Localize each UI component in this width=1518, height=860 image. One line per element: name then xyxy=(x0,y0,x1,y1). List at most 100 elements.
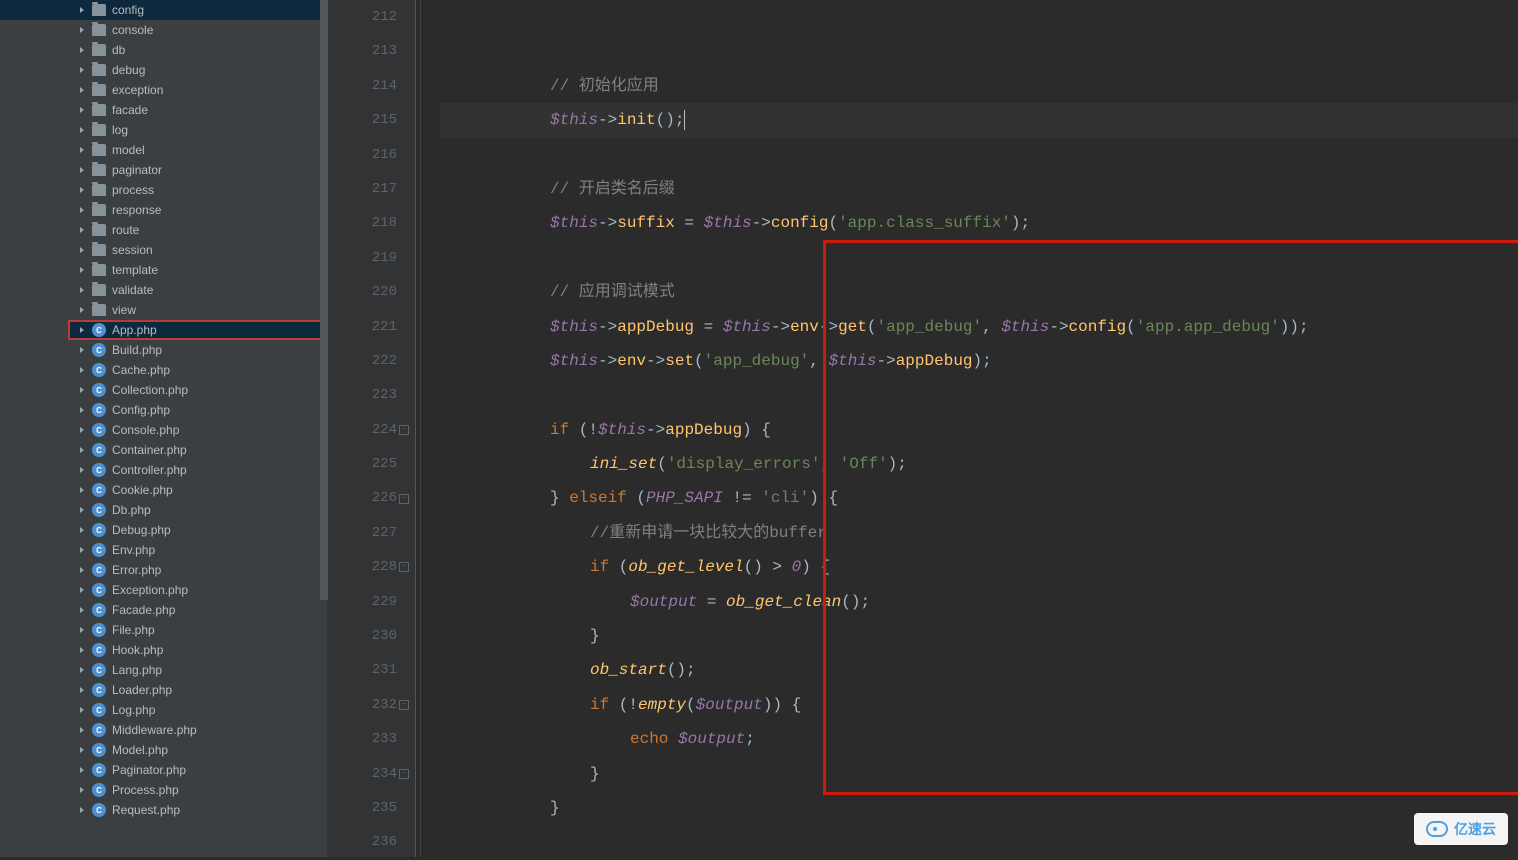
expand-arrow-icon[interactable] xyxy=(78,426,86,434)
tree-file-Loader-php[interactable]: CLoader.php xyxy=(0,680,327,700)
tree-folder-model[interactable]: model xyxy=(0,140,327,160)
tree-file-Build-php[interactable]: CBuild.php xyxy=(0,340,327,360)
expand-arrow-icon[interactable] xyxy=(78,326,86,334)
expand-arrow-icon[interactable] xyxy=(78,746,86,754)
code-line[interactable] xyxy=(440,825,1518,859)
tree-folder-response[interactable]: response xyxy=(0,200,327,220)
code-line[interactable]: // 应用调试模式 xyxy=(440,275,1518,309)
tree-folder-facade[interactable]: facade xyxy=(0,100,327,120)
code-line[interactable] xyxy=(440,241,1518,275)
tree-folder-route[interactable]: route xyxy=(0,220,327,240)
expand-arrow-icon[interactable] xyxy=(78,646,86,654)
tree-file-Env-php[interactable]: CEnv.php xyxy=(0,540,327,560)
fold-marker-icon[interactable]: − xyxy=(399,769,409,779)
expand-arrow-icon[interactable] xyxy=(78,366,86,374)
code-line[interactable]: } elseif (PHP_SAPI != 'cli') { xyxy=(440,481,1518,515)
fold-marker-icon[interactable]: − xyxy=(399,700,409,710)
tree-file-Console-php[interactable]: CConsole.php xyxy=(0,420,327,440)
code-line[interactable]: $output = ob_get_clean(); xyxy=(440,585,1518,619)
code-line[interactable]: // 开启类名后缀 xyxy=(440,172,1518,206)
tree-folder-exception[interactable]: exception xyxy=(0,80,327,100)
tree-file-Model-php[interactable]: CModel.php xyxy=(0,740,327,760)
tree-file-Debug-php[interactable]: CDebug.php xyxy=(0,520,327,540)
code-line[interactable]: // 初始化应用 xyxy=(440,69,1518,103)
expand-arrow-icon[interactable] xyxy=(78,526,86,534)
expand-arrow-icon[interactable] xyxy=(78,706,86,714)
code-line[interactable]: ob_start(); xyxy=(440,653,1518,687)
expand-arrow-icon[interactable] xyxy=(78,226,86,234)
tree-file-Lang-php[interactable]: CLang.php xyxy=(0,660,327,680)
tree-file-Config-php[interactable]: CConfig.php xyxy=(0,400,327,420)
expand-arrow-icon[interactable] xyxy=(78,386,86,394)
expand-arrow-icon[interactable] xyxy=(78,126,86,134)
fold-marker-icon[interactable]: − xyxy=(399,425,409,435)
tree-file-Request-php[interactable]: CRequest.php xyxy=(0,800,327,820)
tree-file-Middleware-php[interactable]: CMiddleware.php xyxy=(0,720,327,740)
tree-folder-validate[interactable]: validate xyxy=(0,280,327,300)
tree-file-Facade-php[interactable]: CFacade.php xyxy=(0,600,327,620)
tree-folder-debug[interactable]: debug xyxy=(0,60,327,80)
expand-arrow-icon[interactable] xyxy=(78,546,86,554)
expand-arrow-icon[interactable] xyxy=(78,586,86,594)
expand-arrow-icon[interactable] xyxy=(78,566,86,574)
expand-arrow-icon[interactable] xyxy=(78,66,86,74)
expand-arrow-icon[interactable] xyxy=(78,486,86,494)
tree-folder-paginator[interactable]: paginator xyxy=(0,160,327,180)
code-line[interactable]: if (!empty($output)) { xyxy=(440,688,1518,722)
expand-arrow-icon[interactable] xyxy=(78,186,86,194)
expand-arrow-icon[interactable] xyxy=(78,686,86,694)
expand-arrow-icon[interactable] xyxy=(78,766,86,774)
tree-folder-template[interactable]: template xyxy=(0,260,327,280)
code-line[interactable]: $this->env->set('app_debug', $this->appD… xyxy=(440,344,1518,378)
code-line[interactable]: } xyxy=(440,619,1518,653)
expand-arrow-icon[interactable] xyxy=(78,246,86,254)
code-line[interactable]: $this->init(); xyxy=(440,103,1518,137)
tree-folder-log[interactable]: log xyxy=(0,120,327,140)
tree-folder-session[interactable]: session xyxy=(0,240,327,260)
tree-file-File-php[interactable]: CFile.php xyxy=(0,620,327,640)
code-line[interactable]: } xyxy=(440,791,1518,825)
tree-file-Exception-php[interactable]: CException.php xyxy=(0,580,327,600)
tree-file-Process-php[interactable]: CProcess.php xyxy=(0,780,327,800)
code-line[interactable]: if (!$this->appDebug) { xyxy=(440,413,1518,447)
tree-file-Db-php[interactable]: CDb.php xyxy=(0,500,327,520)
expand-arrow-icon[interactable] xyxy=(78,506,86,514)
code-line[interactable]: } xyxy=(440,757,1518,791)
code-editor[interactable]: 212213214215216217218219220221222223224−… xyxy=(328,0,1518,857)
expand-arrow-icon[interactable] xyxy=(78,146,86,154)
expand-arrow-icon[interactable] xyxy=(78,6,86,14)
expand-arrow-icon[interactable] xyxy=(78,106,86,114)
tree-folder-process[interactable]: process xyxy=(0,180,327,200)
tree-file-Paginator-php[interactable]: CPaginator.php xyxy=(0,760,327,780)
tree-folder-config[interactable]: config xyxy=(0,0,327,20)
expand-arrow-icon[interactable] xyxy=(78,166,86,174)
expand-arrow-icon[interactable] xyxy=(78,806,86,814)
expand-arrow-icon[interactable] xyxy=(78,26,86,34)
sidebar-scrollbar[interactable] xyxy=(320,0,328,600)
code-content[interactable]: // 初始化应用$this->init(); // 开启类名后缀$this->su… xyxy=(416,0,1518,857)
expand-arrow-icon[interactable] xyxy=(78,466,86,474)
code-line[interactable]: if (ob_get_level() > 0) { xyxy=(440,550,1518,584)
tree-file-Error-php[interactable]: CError.php xyxy=(0,560,327,580)
expand-arrow-icon[interactable] xyxy=(78,446,86,454)
code-line[interactable] xyxy=(440,34,1518,68)
expand-arrow-icon[interactable] xyxy=(78,86,86,94)
tree-folder-db[interactable]: db xyxy=(0,40,327,60)
expand-arrow-icon[interactable] xyxy=(78,606,86,614)
tree-file-Collection-php[interactable]: CCollection.php xyxy=(0,380,327,400)
expand-arrow-icon[interactable] xyxy=(78,266,86,274)
fold-marker-icon[interactable]: − xyxy=(399,562,409,572)
tree-folder-console[interactable]: console xyxy=(0,20,327,40)
code-line[interactable]: $this->suffix = $this->config('app.class… xyxy=(440,206,1518,240)
expand-arrow-icon[interactable] xyxy=(78,46,86,54)
code-line[interactable]: //重新申请一块比较大的buffer xyxy=(440,516,1518,550)
code-line[interactable] xyxy=(440,378,1518,412)
expand-arrow-icon[interactable] xyxy=(78,786,86,794)
tree-file-Container-php[interactable]: CContainer.php xyxy=(0,440,327,460)
tree-file-Hook-php[interactable]: CHook.php xyxy=(0,640,327,660)
expand-arrow-icon[interactable] xyxy=(78,346,86,354)
code-line[interactable] xyxy=(440,138,1518,172)
project-tree[interactable]: configconsoledbdebugexceptionfacadelogmo… xyxy=(0,0,328,857)
code-line[interactable]: $this->appDebug = $this->env->get('app_d… xyxy=(440,310,1518,344)
code-line[interactable]: echo $output; xyxy=(440,722,1518,756)
